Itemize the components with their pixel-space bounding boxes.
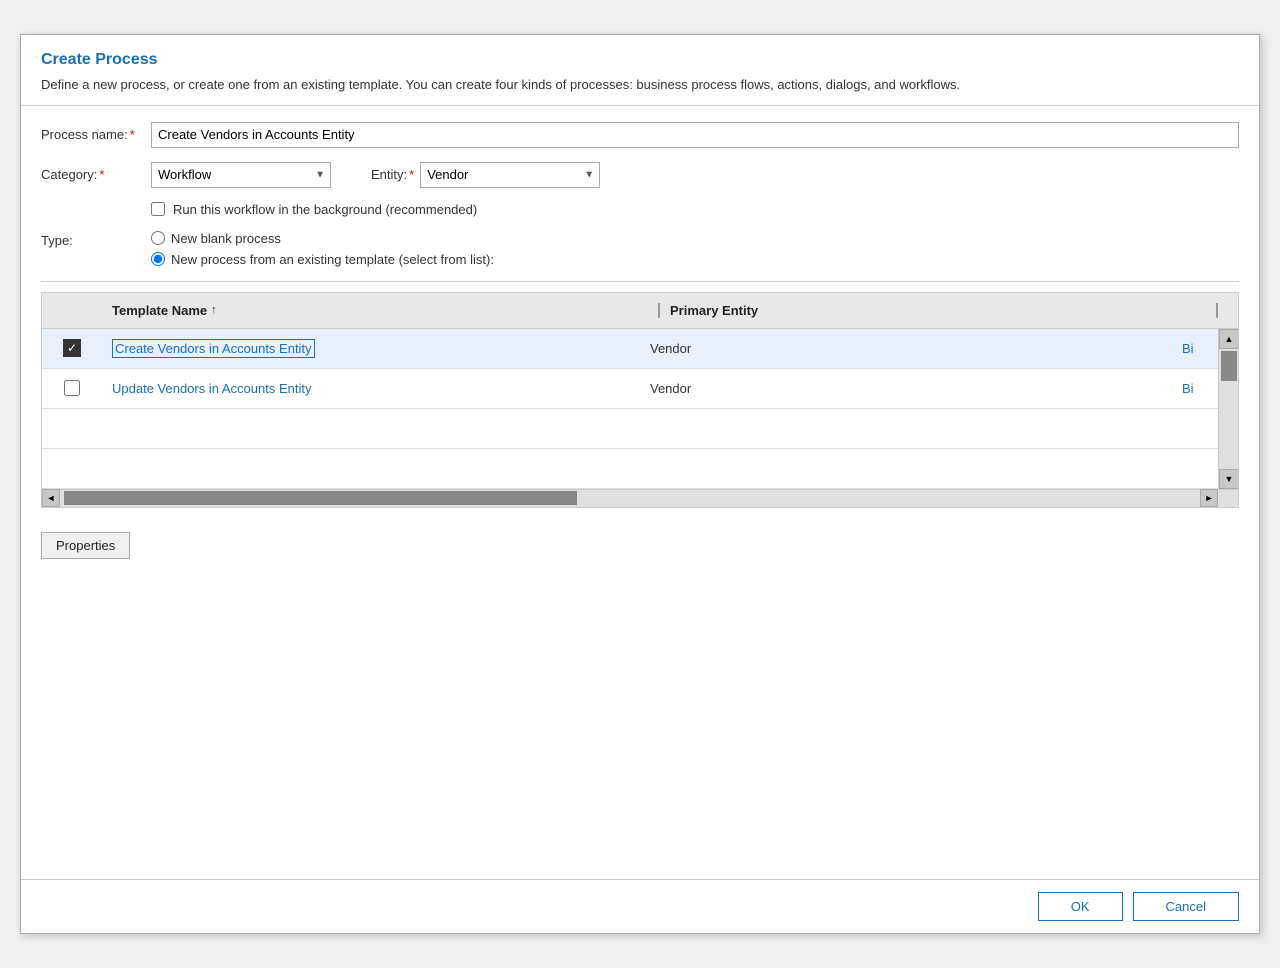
background-checkbox-label: Run this workflow in the background (rec… [173, 202, 477, 217]
td-name-col-2: Update Vendors in Accounts Entity [102, 381, 640, 396]
vertical-scrollbar[interactable]: ▲ ▼ [1218, 329, 1238, 489]
dialog-body: Process name:* Category:* Workflow Entit… [21, 106, 1259, 880]
table-row-empty2 [42, 449, 1218, 489]
radio-blank-label: New blank process [171, 231, 281, 246]
create-process-dialog: Create Process Define a new process, or … [20, 34, 1260, 934]
section-separator [41, 281, 1239, 282]
required-star-category: * [99, 167, 104, 182]
radio-template[interactable] [151, 252, 165, 266]
table-rows-area: ✓ Create Vendors in Accounts Entity Vend… [42, 329, 1218, 489]
td-extra-col-2: Bi [1178, 381, 1218, 396]
radio-blank-option: New blank process [151, 231, 494, 246]
td-checkbox-col-1: ✓ [42, 339, 102, 357]
properties-button[interactable]: Properties [41, 532, 130, 559]
entity-section: Entity:* Vendor [371, 162, 600, 188]
h-scroll-thumb[interactable] [64, 491, 577, 505]
h-scroll-right-button[interactable]: ► [1200, 489, 1218, 507]
extra-link-2[interactable]: Bi [1182, 381, 1194, 396]
horizontal-scrollbar[interactable]: ◄ ► [42, 489, 1238, 507]
h-scroll-track[interactable] [60, 489, 1200, 507]
dialog-footer: OK Cancel [21, 879, 1259, 933]
table-row[interactable]: Update Vendors in Accounts Entity Vendor… [42, 369, 1218, 409]
process-name-input[interactable] [151, 122, 1239, 148]
scroll-thumb[interactable] [1221, 351, 1237, 381]
table-row[interactable]: ✓ Create Vendors in Accounts Entity Vend… [42, 329, 1218, 369]
scroll-down-button[interactable]: ▼ [1219, 469, 1239, 489]
properties-section: Properties [41, 528, 1239, 559]
template-name-link-1[interactable]: Create Vendors in Accounts Entity [112, 339, 315, 358]
type-radio-group: New blank process New process from an ex… [151, 231, 494, 267]
row2-checkbox[interactable] [64, 380, 80, 396]
table-header: Template Name ↑ Primary Entity [42, 293, 1238, 329]
dialog-title: Create Process [41, 51, 1239, 69]
entity-label: Entity:* [371, 167, 414, 182]
h-scroll-left-button[interactable]: ◄ [42, 489, 60, 507]
dialog-header: Create Process Define a new process, or … [21, 35, 1259, 106]
td-entity-col-2: Vendor [640, 381, 1178, 396]
td-checkbox-col-2 [42, 380, 102, 396]
category-select[interactable]: Workflow [151, 162, 331, 188]
background-checkbox-row: Run this workflow in the background (rec… [151, 202, 1239, 217]
background-checkbox[interactable] [151, 202, 165, 216]
sort-arrow-icon: ↑ [211, 304, 217, 316]
template-table-container: Template Name ↑ Primary Entity ✓ [41, 292, 1239, 508]
type-label: Type: [41, 231, 151, 248]
th-template-name[interactable]: Template Name ↑ [102, 303, 660, 318]
dialog-description: Define a new process, or create one from… [41, 75, 1239, 95]
process-name-row: Process name:* [41, 122, 1239, 148]
scroll-up-button[interactable]: ▲ [1219, 329, 1239, 349]
required-star-name: * [130, 127, 135, 142]
entity-select-wrapper: Vendor [420, 162, 600, 188]
category-entity-row: Category:* Workflow Entity:* Vendor [41, 162, 1239, 188]
td-extra-col-1: Bi [1178, 341, 1218, 356]
ok-button[interactable]: OK [1038, 892, 1123, 921]
radio-template-label: New process from an existing template (s… [171, 252, 494, 267]
required-star-entity: * [409, 167, 414, 182]
type-row: Type: New blank process New process from… [41, 231, 1239, 267]
td-name-col-1: Create Vendors in Accounts Entity [102, 341, 640, 356]
template-name-link-2[interactable]: Update Vendors in Accounts Entity [112, 381, 311, 396]
category-label: Category:* [41, 167, 151, 182]
cancel-button[interactable]: Cancel [1133, 892, 1239, 921]
scroll-track [1219, 383, 1238, 469]
td-entity-col-1: Vendor [640, 341, 1178, 356]
category-select-wrapper: Workflow [151, 162, 331, 188]
radio-template-option: New process from an existing template (s… [151, 252, 494, 267]
row1-checkbox[interactable]: ✓ [63, 339, 81, 357]
entity-select[interactable]: Vendor [420, 162, 600, 188]
radio-blank[interactable] [151, 231, 165, 245]
extra-link-1[interactable]: Bi [1182, 341, 1194, 356]
table-body-wrapper: ✓ Create Vendors in Accounts Entity Vend… [42, 329, 1238, 489]
table-row-empty [42, 409, 1218, 449]
th-primary-entity[interactable]: Primary Entity [660, 303, 1218, 318]
process-name-label: Process name:* [41, 127, 151, 142]
